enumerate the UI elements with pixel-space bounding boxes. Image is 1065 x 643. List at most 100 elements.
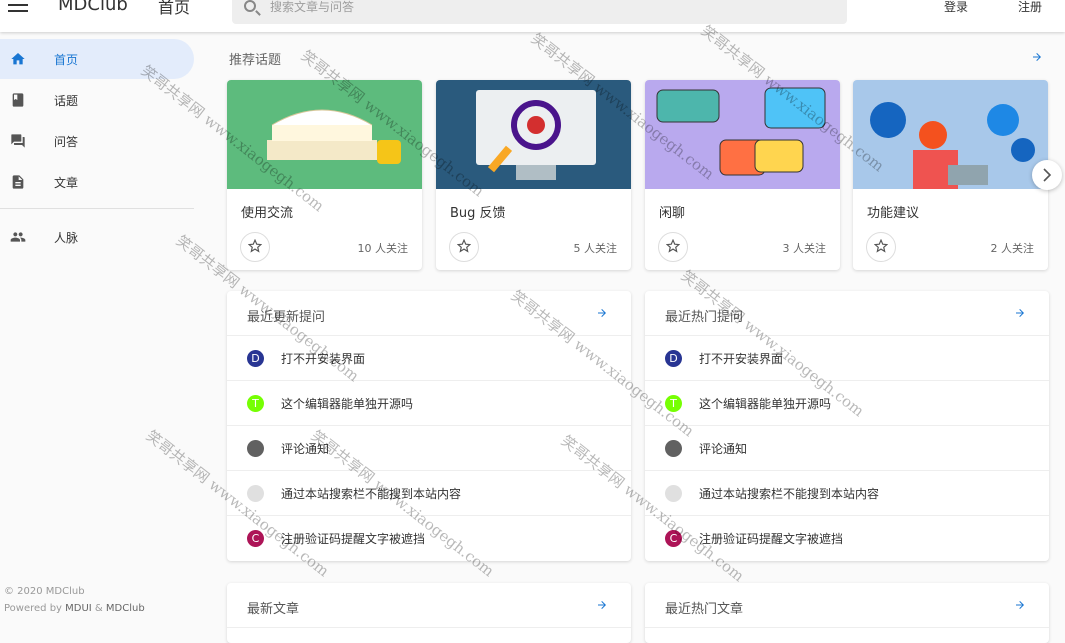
card-header[interactable]: 最新文章	[227, 583, 631, 628]
arrow-right-icon[interactable]	[595, 307, 609, 319]
avatar: C	[665, 530, 682, 547]
topic-name: 功能建议	[867, 206, 920, 221]
star-icon	[457, 239, 471, 253]
carousel-next-button[interactable]	[1032, 160, 1062, 190]
question-title: 这个编辑器能单独开源吗	[281, 397, 414, 411]
arrow-right-icon[interactable]	[1013, 599, 1027, 611]
topic-image	[436, 80, 631, 189]
question-row[interactable]: C 注册验证码提醒文字被遮挡	[227, 516, 631, 561]
question-title: 注册验证码提醒文字被遮挡	[699, 532, 844, 546]
footer-powered: Powered by MDUI & MDClub	[4, 603, 145, 614]
login-link[interactable]: 登录	[944, 0, 968, 15]
question-row[interactable]: T 这个编辑器能单独开源吗	[227, 381, 631, 426]
hot-articles-card: 最近热门文章	[645, 583, 1049, 643]
search-input[interactable]	[270, 0, 830, 16]
question-row[interactable]: 评论通知	[227, 426, 631, 471]
avatar	[247, 485, 264, 502]
mdui-link[interactable]: MDUI	[65, 603, 92, 614]
card-header[interactable]: 最近热门提问	[645, 291, 1049, 336]
topic-name: Bug 反馈	[450, 206, 506, 221]
topic-image	[853, 80, 1048, 189]
topic-name: 使用交流	[241, 206, 294, 221]
card-title: 最新文章	[247, 602, 300, 617]
follow-count: 5 人关注	[573, 242, 618, 255]
question-title: 评论通知	[699, 442, 748, 456]
card-title: 最近更新提问	[247, 310, 326, 325]
follow-button[interactable]	[449, 232, 479, 262]
avatar	[665, 440, 682, 457]
forum-icon	[11, 134, 25, 148]
arrow-right-icon[interactable]	[595, 599, 609, 611]
question-row[interactable]: C 注册验证码提醒文字被遮挡	[645, 516, 1049, 561]
topic-card[interactable]: 闲聊 3 人关注	[645, 80, 840, 270]
brand-logo[interactable]: MDClub	[58, 0, 128, 15]
avatar	[247, 440, 264, 457]
avatar: C	[247, 530, 264, 547]
card-header[interactable]: 最近更新提问	[227, 291, 631, 336]
follow-count: 3 人关注	[782, 242, 827, 255]
register-link[interactable]: 注册	[1018, 0, 1042, 15]
sidebar-item-people[interactable]: 人脉	[0, 217, 194, 257]
app-bar: MDClub 首页 登录 注册	[0, 0, 1065, 32]
question-title: 这个编辑器能单独开源吗	[699, 397, 832, 411]
topic-name: 闲聊	[659, 206, 686, 221]
follow-count: 2 人关注	[990, 242, 1035, 255]
avatar: D	[247, 350, 264, 367]
question-title: 通过本站搜索栏不能搜到本站内容	[699, 487, 880, 501]
footer-copyright: © 2020 MDClub	[4, 586, 85, 597]
sidebar-divider	[0, 208, 194, 209]
menu-icon[interactable]	[8, 0, 28, 14]
question-title: 通过本站搜索栏不能搜到本站内容	[281, 487, 462, 501]
arrow-right-icon[interactable]	[1030, 51, 1044, 63]
avatar: T	[665, 395, 682, 412]
follow-button[interactable]	[658, 232, 688, 262]
question-row[interactable]: T 这个编辑器能单独开源吗	[645, 381, 1049, 426]
article-icon	[12, 175, 24, 189]
sidebar-item-label: 首页	[54, 53, 79, 67]
avatar	[665, 485, 682, 502]
mdclub-link[interactable]: MDClub	[106, 603, 145, 614]
sidebar-item-questions[interactable]: 问答	[0, 121, 194, 161]
topic-image	[645, 80, 840, 189]
avatar: D	[665, 350, 682, 367]
sidebar: 首页 话题 问答 文章 人脉 © 2020 MDClub Powered by …	[0, 32, 200, 622]
follow-button[interactable]	[866, 232, 896, 262]
page-title: 首页	[158, 0, 191, 17]
star-icon	[248, 239, 262, 253]
star-icon	[874, 239, 888, 253]
topic-card[interactable]: Bug 反馈 5 人关注	[436, 80, 631, 270]
sidebar-item-home[interactable]: 首页	[0, 39, 194, 79]
sidebar-item-topics[interactable]: 话题	[0, 80, 194, 120]
sidebar-item-articles[interactable]: 文章	[0, 162, 194, 202]
topic-image	[227, 80, 422, 189]
footer-powered-amp: &	[91, 603, 106, 614]
latest-articles-card: 最新文章	[227, 583, 631, 643]
footer-powered-prefix: Powered by	[4, 603, 66, 614]
topic-card[interactable]: 使用交流 10 人关注	[227, 80, 422, 270]
sidebar-item-label: 话题	[54, 94, 79, 108]
question-row[interactable]: D 打不开安装界面	[645, 336, 1049, 381]
question-title: 评论通知	[281, 442, 330, 456]
recent-questions-card: 最近更新提问 D 打不开安装界面 T 这个编辑器能单独开源吗 评论通知 通过本站…	[227, 291, 631, 561]
question-title: 注册验证码提醒文字被遮挡	[281, 532, 426, 546]
sidebar-item-label: 文章	[54, 176, 79, 190]
sidebar-item-label: 问答	[54, 135, 79, 149]
topic-card[interactable]: 功能建议 2 人关注	[853, 80, 1048, 270]
arrow-right-icon[interactable]	[1013, 307, 1027, 319]
question-row[interactable]: 通过本站搜索栏不能搜到本站内容	[645, 471, 1049, 516]
hot-questions-card: 最近热门提问 D 打不开安装界面 T 这个编辑器能单独开源吗 评论通知 通过本站…	[645, 291, 1049, 561]
question-row[interactable]: D 打不开安装界面	[227, 336, 631, 381]
chevron-right-icon	[1043, 168, 1052, 182]
card-header[interactable]: 最近热门文章	[645, 583, 1049, 628]
people-icon	[10, 232, 26, 242]
question-row[interactable]: 评论通知	[645, 426, 1049, 471]
question-row[interactable]: 通过本站搜索栏不能搜到本站内容	[227, 471, 631, 516]
card-title: 最近热门文章	[665, 602, 744, 617]
question-title: 打不开安装界面	[281, 352, 366, 366]
search-bar[interactable]	[232, 0, 847, 24]
sidebar-item-label: 人脉	[54, 231, 79, 245]
follow-count: 10 人关注	[357, 242, 409, 255]
avatar: T	[247, 395, 264, 412]
card-title: 最近热门提问	[665, 310, 744, 325]
follow-button[interactable]	[240, 232, 270, 262]
